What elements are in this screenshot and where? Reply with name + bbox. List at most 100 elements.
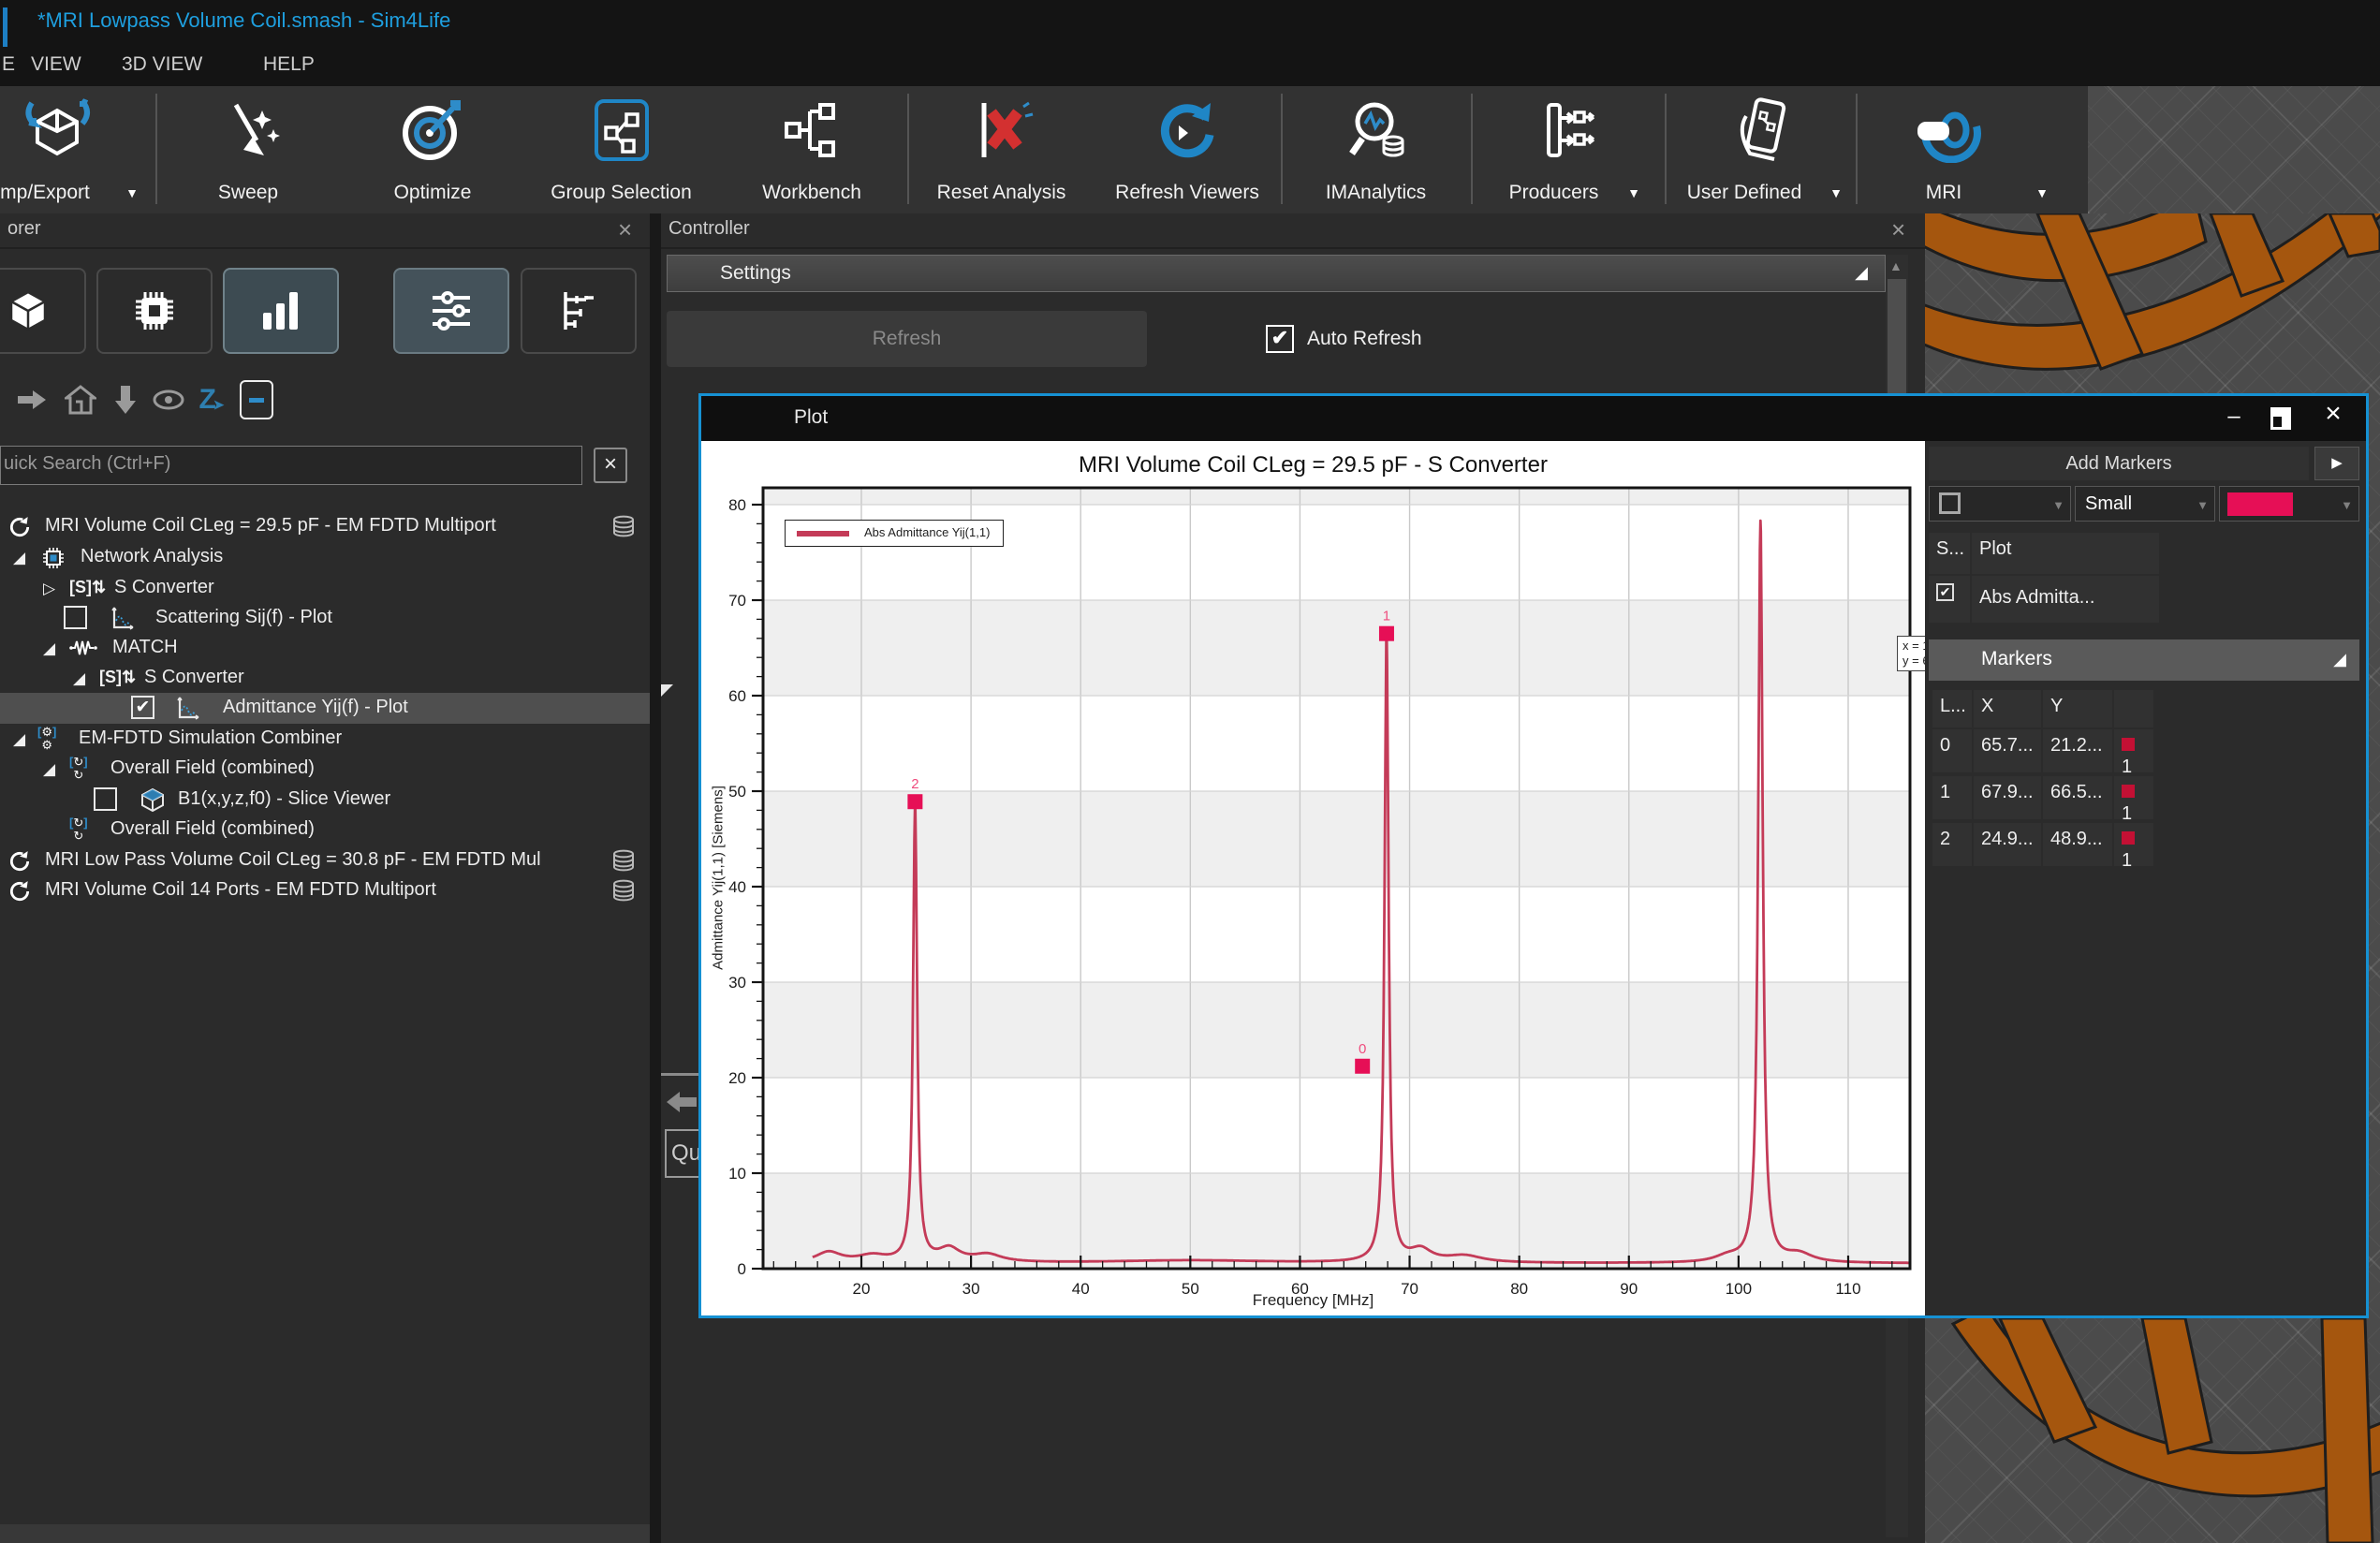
cursor-x-value: x = 1 — [1903, 639, 1925, 653]
tree-item-overall-field-1[interactable]: ◢ [↻] ↻ Overall Field (combined) — [0, 754, 650, 785]
settings-section-bar[interactable]: Settings ◢ — [667, 255, 1886, 292]
marker-row-y[interactable]: 21.2... — [2043, 729, 2112, 772]
marker-color-dropdown[interactable]: ▼ — [2219, 486, 2359, 522]
dropdown-arrow-icon[interactable]: ▼ — [125, 185, 139, 200]
marker-style-dropdown[interactable]: ▼ — [1929, 486, 2071, 522]
tree-item-scattering-plot[interactable]: Scattering Sij(f) - Plot — [0, 603, 650, 634]
chevron-down-icon: ▼ — [2052, 498, 2064, 512]
chart-canvas[interactable]: 20 30 40 50 60 70 80 90 100 110 0 10 20 30 40 50 60 70 80 2… — [701, 441, 1925, 1315]
collapse-section-icon[interactable]: ◢ — [1855, 263, 1868, 283]
marker-row-color[interactable]: 1 — [2114, 823, 2153, 871]
marker-row-index[interactable]: 0 — [1932, 729, 1972, 772]
add-markers-expand-icon[interactable]: ▶ — [2314, 447, 2359, 480]
import-export-button[interactable]: mp/Export ▼ — [0, 86, 155, 212]
series-row-label[interactable]: Abs Admitta... — [1972, 576, 2159, 623]
series-row-checkbox-cell[interactable]: ✔ — [1929, 576, 1970, 623]
side-divider — [661, 1073, 698, 1076]
tree-item-b1-slice-viewer[interactable]: B1(x,y,z,f0) - Slice Viewer — [0, 785, 650, 816]
collapsed-icon[interactable]: ▷ — [43, 580, 55, 598]
producers-button[interactable]: Producers ▼ — [1473, 86, 1663, 212]
svg-text:80: 80 — [728, 496, 746, 514]
marker-row-color[interactable]: 1 — [2114, 729, 2153, 777]
optimize-button[interactable]: Optimize — [339, 86, 526, 212]
tree-item-network-analysis[interactable]: ◢ Network Analysis — [0, 542, 650, 573]
combined-field-icon: [↻] ↻ — [69, 755, 88, 782]
collapse-all-icon[interactable] — [238, 378, 275, 421]
marker-row-index[interactable]: 2 — [1932, 823, 1972, 866]
panel-divider[interactable] — [650, 213, 661, 1543]
reset-analysis-button[interactable]: Reset Analysis — [909, 86, 1094, 212]
settings-view-button[interactable] — [393, 268, 509, 354]
imanalytics-button[interactable]: IMAnalytics — [1283, 86, 1469, 212]
tree-item-sim-29-5[interactable]: MRI Volume Coil CLeg = 29.5 pF - EM FDTD… — [0, 511, 650, 542]
sweep-button[interactable]: Sweep — [157, 86, 339, 212]
expanded-icon[interactable]: ◢ — [13, 730, 25, 749]
plot-window-titlebar[interactable]: Plot – × — [701, 396, 2366, 441]
collapse-section-icon[interactable]: ◢ — [2333, 650, 2346, 669]
tree-item-match[interactable]: ◢ MATCH — [0, 633, 650, 664]
marker-row-y[interactable]: 66.5... — [2043, 776, 2112, 819]
workbench-button[interactable]: Workbench — [716, 86, 907, 212]
menu-item-file[interactable]: E — [2, 53, 15, 76]
schematic-view-button[interactable] — [521, 268, 637, 354]
close-icon[interactable]: × — [2317, 398, 2349, 429]
maximize-icon[interactable] — [2265, 404, 2297, 434]
analysis-view-button[interactable] — [223, 268, 339, 354]
home-icon[interactable] — [62, 378, 99, 421]
tree-item-sim-30-8[interactable]: MRI Low Pass Volume Coil CLeg = 30.8 pF … — [0, 845, 650, 876]
simulation-view-button[interactable] — [96, 268, 213, 354]
marker-row-x[interactable]: 65.7... — [1974, 729, 2041, 772]
checkbox-unchecked[interactable] — [94, 787, 117, 811]
marker-row-color[interactable]: 1 — [2114, 776, 2153, 824]
svg-text:60: 60 — [728, 687, 746, 705]
close-icon[interactable]: × — [618, 215, 632, 243]
markers-section-bar[interactable]: Markers ◢ — [1929, 639, 2359, 681]
group-selection-icon — [526, 94, 716, 167]
move-down-icon[interactable] — [107, 378, 144, 421]
go-forward-icon[interactable] — [13, 378, 51, 421]
close-icon[interactable]: × — [1891, 215, 1905, 243]
tree-item-admittance-plot[interactable]: ✔ Admittance Yij(f) - Plot — [0, 693, 650, 724]
tree-item-s-converter-1[interactable]: ▷ [S]⇅ S Converter — [0, 573, 650, 604]
tree-item-simulation-combiner[interactable]: ◢ [⚙] ⚙ EM-FDTD Simulation Combiner — [0, 724, 650, 755]
expanded-icon[interactable]: ◢ — [13, 549, 25, 567]
menu-item-3d-view[interactable]: 3D VIEW — [122, 53, 202, 76]
tree-item-overall-field-2[interactable]: [↻] ↻ Overall Field (combined) — [0, 815, 650, 845]
marker-row-x[interactable]: 24.9... — [1974, 823, 2041, 866]
checkbox-unchecked[interactable] — [64, 606, 87, 629]
expanded-icon[interactable]: ◢ — [73, 669, 85, 688]
tree-item-sim-14-ports[interactable]: MRI Volume Coil 14 Ports - EM FDTD Multi… — [0, 875, 650, 906]
combined-field-icon: [↻] ↻ — [69, 816, 88, 843]
menu-item-help[interactable]: HELP — [263, 53, 315, 76]
menu-item-view[interactable]: VIEW — [31, 53, 81, 76]
marker-size-dropdown[interactable]: Small ▼ — [2075, 486, 2215, 522]
marker-row-y[interactable]: 48.9... — [2043, 823, 2112, 866]
clear-search-icon[interactable]: × — [594, 448, 627, 483]
dropdown-arrow-icon[interactable]: ▼ — [1627, 185, 1640, 200]
minimize-icon[interactable]: – — [2218, 404, 2250, 434]
splitter-collapse-icon[interactable] — [661, 684, 673, 697]
model-view-button[interactable] — [0, 268, 86, 354]
quick-search-input[interactable]: uick Search (Ctrl+F) — [0, 446, 582, 485]
auto-refresh-checkbox[interactable]: ✔ — [1266, 325, 1294, 353]
group-selection-button[interactable]: Group Selection — [526, 86, 716, 212]
tree-item-s-converter-2[interactable]: ◢ [S]⇅ S Converter — [0, 663, 650, 694]
add-markers-button[interactable]: Add Markers — [1929, 447, 2309, 480]
dropdown-arrow-icon[interactable]: ▼ — [2035, 185, 2049, 200]
marker-row-x[interactable]: 67.9... — [1974, 776, 2041, 819]
simulation-icon — [9, 517, 30, 537]
zoom-tool-icon[interactable]: Z ➤ — [193, 378, 230, 421]
plot-window[interactable]: Plot – × 20 30 40 50 60 70 80 90 100 110 0 10 20 30 40… — [698, 393, 2369, 1318]
series-checkbox-checked[interactable]: ✔ — [1936, 583, 1954, 601]
expanded-icon[interactable]: ◢ — [43, 760, 55, 779]
mri-button[interactable]: MRI ▼ — [1858, 86, 2088, 212]
checkbox-checked[interactable]: ✔ — [131, 696, 154, 719]
refresh-viewers-button[interactable]: Refresh Viewers — [1094, 86, 1281, 212]
collapse-left-icon[interactable] — [665, 1090, 698, 1114]
tree-item-label: Overall Field (combined) — [110, 818, 315, 839]
refresh-button[interactable]: Refresh — [667, 311, 1147, 367]
scroll-up-icon[interactable]: ▲ — [1889, 258, 1903, 273]
marker-row-index[interactable]: 1 — [1932, 776, 1972, 819]
expanded-icon[interactable]: ◢ — [43, 639, 55, 658]
visibility-icon[interactable] — [150, 378, 187, 421]
